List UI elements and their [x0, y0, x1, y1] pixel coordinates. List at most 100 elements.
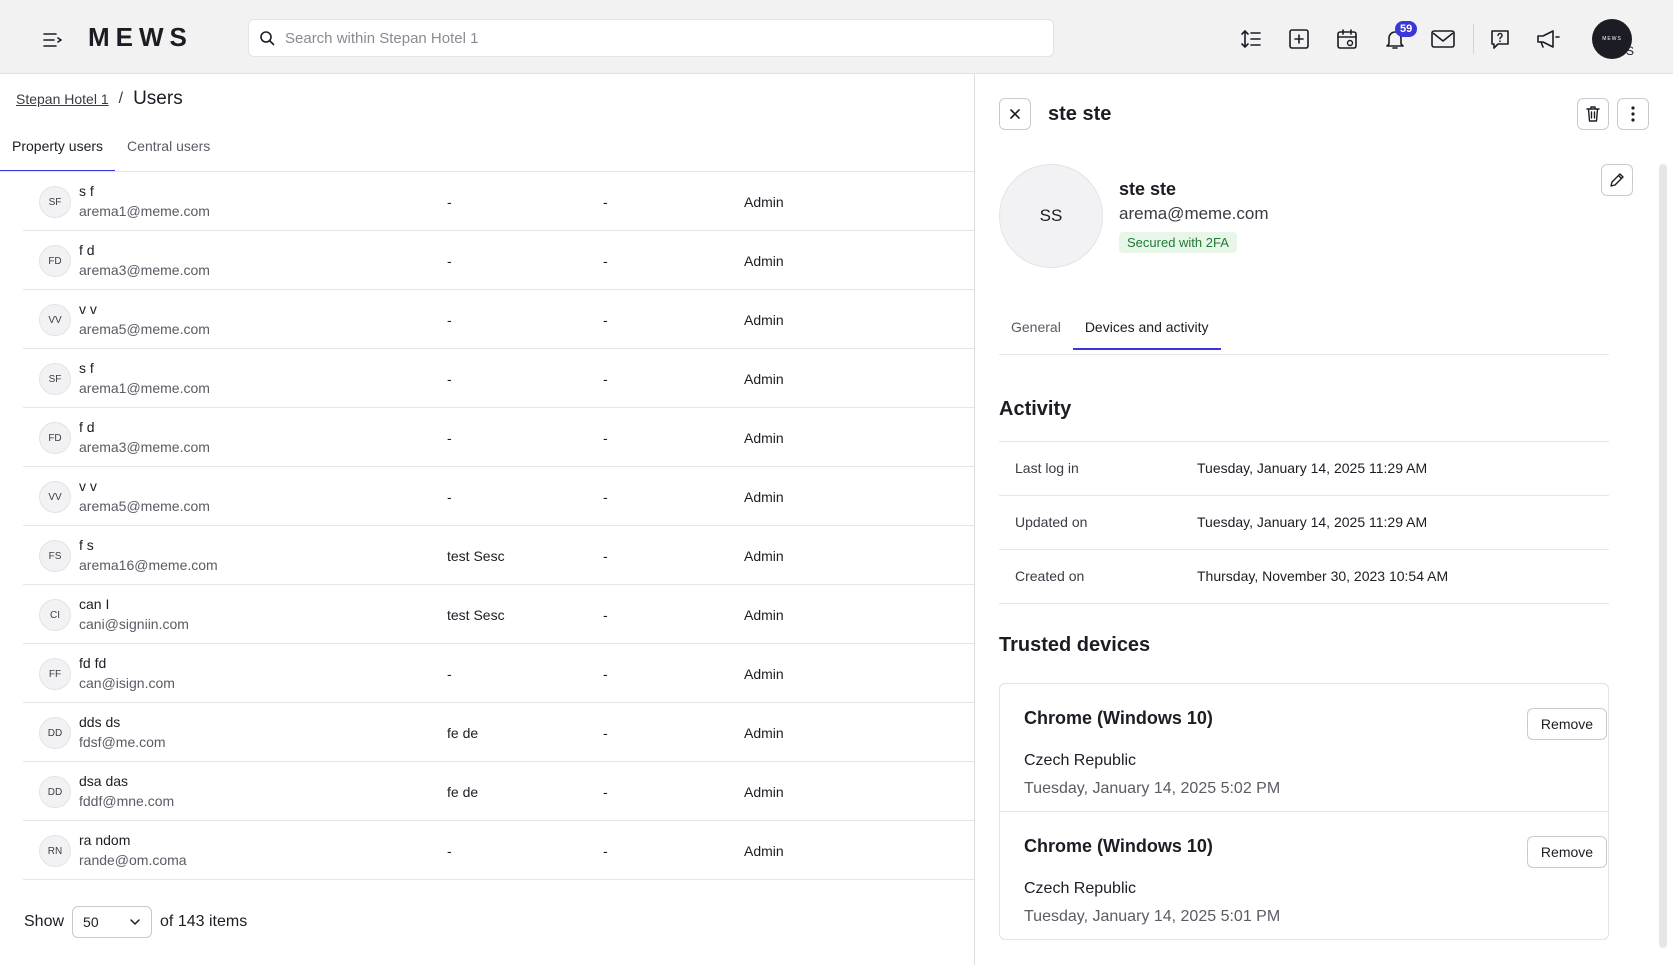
- activity-value: Tuesday, January 14, 2025 11:29 AM: [1197, 460, 1428, 476]
- row-role: Admin: [744, 666, 784, 682]
- row-name: dsa das: [79, 773, 129, 789]
- sort-lines-icon[interactable]: [1237, 25, 1265, 53]
- detail-tabs-divider: [999, 354, 1609, 355]
- row-avatar: CI: [39, 599, 71, 631]
- row-role: Admin: [744, 607, 784, 623]
- activity-table: Last log in Tuesday, January 14, 2025 11…: [999, 441, 1609, 604]
- menu-icon[interactable]: [40, 28, 64, 52]
- megaphone-icon[interactable]: [1534, 25, 1562, 53]
- mews-logo[interactable]: MEWS: [88, 22, 193, 53]
- remove-device-button[interactable]: Remove: [1527, 836, 1607, 868]
- table-row[interactable]: VV v v arema5@meme.com - - Admin: [23, 290, 974, 349]
- avatar-initial: S: [1626, 44, 1635, 58]
- row-name: v v: [79, 301, 97, 317]
- table-row[interactable]: RN ra ndom rande@om.coma - - Admin: [23, 821, 974, 880]
- device-item: Chrome (Windows 10) Czech Republic Tuesd…: [1000, 684, 1608, 812]
- row-role: Admin: [744, 725, 784, 741]
- table-row[interactable]: FD f d arema3@meme.com - - Admin: [23, 408, 974, 467]
- row-email: arema5@meme.com: [79, 498, 210, 514]
- trash-icon: [1586, 106, 1600, 122]
- profile-email: arema@meme.com: [1119, 204, 1269, 223]
- panel-title: ste ste: [1048, 103, 1112, 125]
- row-role: Admin: [744, 784, 784, 800]
- table-row[interactable]: VV v v arema5@meme.com - - Admin: [23, 467, 974, 526]
- calendar-icon[interactable]: [1333, 25, 1361, 53]
- users-list-pane: Stepan Hotel 1 / Users Property users Ce…: [0, 74, 974, 965]
- table-row[interactable]: FD f d arema3@meme.com - - Admin: [23, 231, 974, 290]
- bell-icon[interactable]: 59: [1381, 21, 1418, 53]
- help-icon[interactable]: [1486, 25, 1514, 53]
- topbar-divider: [1473, 24, 1474, 54]
- edit-profile-button[interactable]: [1601, 164, 1633, 196]
- row-name: dds ds: [79, 714, 121, 730]
- add-square-icon[interactable]: [1285, 25, 1313, 53]
- row-email: fddf@mne.com: [79, 793, 175, 809]
- profile-avatar: SS: [999, 164, 1103, 268]
- user-detail-panel: ste ste SS ste ste arema@meme.com Secure…: [974, 74, 1673, 965]
- row-name: fd fd: [79, 655, 107, 671]
- user-tabs: Property users Central users: [0, 130, 222, 172]
- device-time: Tuesday, January 14, 2025 5:02 PM: [1024, 780, 1281, 797]
- row-role: Admin: [744, 253, 784, 269]
- row-col2: -: [603, 548, 608, 564]
- kebab-menu-icon: [1631, 106, 1635, 122]
- tab-general[interactable]: General: [999, 310, 1073, 350]
- row-name: ra ndom: [79, 832, 131, 848]
- tab-devices-and-activity[interactable]: Devices and activity: [1072, 310, 1221, 350]
- table-row[interactable]: DD dsa das fddf@mne.com fe de - Admin: [23, 762, 974, 821]
- row-role: Admin: [744, 489, 784, 505]
- show-label: Show: [24, 913, 65, 930]
- table-row[interactable]: CI can I cani@signiin.com test Sesc - Ad…: [23, 585, 974, 644]
- row-col1: test Sesc: [447, 548, 505, 564]
- more-options-button[interactable]: [1617, 98, 1649, 130]
- close-icon: [1010, 109, 1020, 119]
- delete-user-button[interactable]: [1577, 98, 1609, 130]
- row-col2: -: [603, 843, 608, 859]
- row-avatar: FD: [39, 422, 71, 454]
- row-col2: -: [603, 371, 608, 387]
- row-col1: -: [447, 253, 452, 269]
- search-input[interactable]: [285, 29, 1025, 47]
- table-row[interactable]: SF s f arema1@meme.com - - Admin: [23, 172, 974, 231]
- row-col2: -: [603, 253, 608, 269]
- activity-label: Created on: [1015, 568, 1085, 584]
- page-size-value: 50: [83, 914, 99, 930]
- search-bar[interactable]: [248, 19, 1054, 57]
- row-role: Admin: [744, 843, 784, 859]
- row-email: fdsf@me.com: [79, 734, 166, 750]
- tab-central-users[interactable]: Central users: [115, 130, 222, 172]
- row-avatar: SF: [39, 363, 71, 395]
- page-size-select[interactable]: 50: [72, 906, 153, 938]
- row-name: f d: [79, 419, 95, 435]
- row-name: v v: [79, 478, 97, 494]
- row-name: f d: [79, 242, 95, 258]
- row-avatar: VV: [39, 304, 71, 336]
- row-email: arema1@meme.com: [79, 203, 210, 219]
- breadcrumb: Stepan Hotel 1 / Users: [16, 88, 183, 110]
- remove-device-button[interactable]: Remove: [1527, 708, 1607, 740]
- row-col2: -: [603, 430, 608, 446]
- close-panel-button[interactable]: [999, 98, 1031, 130]
- row-name: s f: [79, 183, 94, 199]
- row-role: Admin: [744, 312, 784, 328]
- table-row[interactable]: FF fd fd can@isign.com - - Admin: [23, 644, 974, 703]
- row-col1: fe de: [447, 784, 479, 800]
- tab-property-users[interactable]: Property users: [0, 130, 116, 172]
- breadcrumb-parent-link[interactable]: Stepan Hotel 1: [16, 91, 109, 107]
- row-col2: -: [603, 607, 608, 623]
- panel-scrollbar[interactable]: [1659, 164, 1667, 948]
- chevron-down-icon: [130, 919, 140, 926]
- table-row[interactable]: FS f s arema16@meme.com test Sesc - Admi…: [23, 526, 974, 585]
- row-email: arema3@meme.com: [79, 439, 210, 455]
- row-col2: -: [603, 784, 608, 800]
- row-avatar: FD: [39, 245, 71, 277]
- row-col1: -: [447, 489, 452, 505]
- users-table: SF s f arema1@meme.com - - Admin FD f d …: [23, 172, 974, 880]
- table-row[interactable]: DD dds ds fdsf@me.com fe de - Admin: [23, 703, 974, 762]
- mail-icon[interactable]: [1429, 25, 1457, 53]
- row-email: rande@om.coma: [79, 852, 187, 868]
- row-col1: -: [447, 430, 452, 446]
- trusted-devices-heading: Trusted devices: [999, 634, 1151, 656]
- row-role: Admin: [744, 548, 784, 564]
- table-row[interactable]: SF s f arema1@meme.com - - Admin: [23, 349, 974, 408]
